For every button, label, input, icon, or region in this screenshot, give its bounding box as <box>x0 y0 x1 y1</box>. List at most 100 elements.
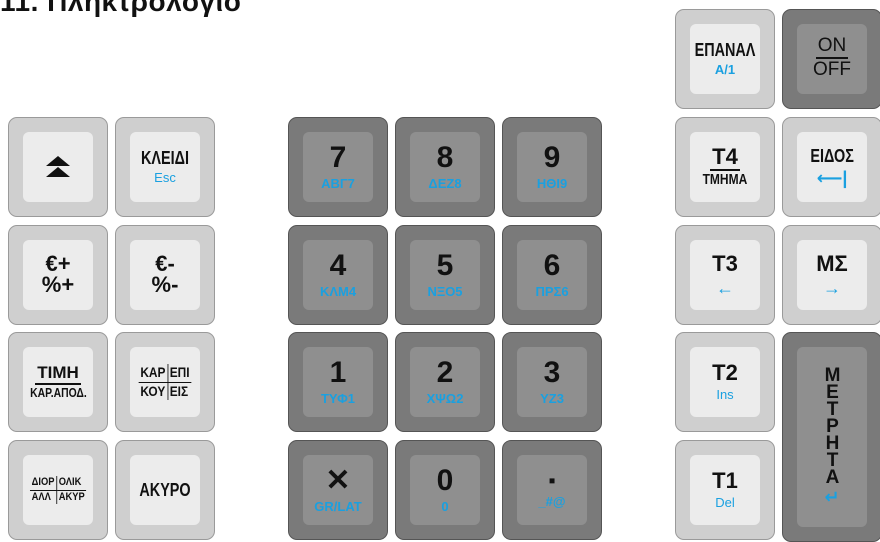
multiply-icon: ✕ <box>325 464 351 497</box>
key-5[interactable]: 5 ΝΞΟ5 <box>395 225 495 325</box>
key-3-label: 3 <box>543 356 561 389</box>
t3-label: Τ3 <box>712 251 738 276</box>
t2-label: Τ2 <box>712 360 738 385</box>
kar-epi-bl: ΚΟΥ <box>139 382 169 400</box>
t4-key[interactable]: Τ4 ΤΜΗΜΑ <box>675 117 775 217</box>
akyro-key-face: ΑΚΥΡΟ <box>130 455 200 525</box>
key-3-face: 3 ΥΖ3 <box>517 347 587 417</box>
scroll-up-key-face <box>23 132 93 202</box>
epanal-label: ΕΠΑΝΑΛ <box>694 40 756 60</box>
eur-plus-key[interactable]: €+ %+ <box>8 225 108 325</box>
timi-key-face: ΤΙΜΗ ΚΑΡ.ΑΠΟΔ. <box>23 347 93 417</box>
key-7[interactable]: 7 ΑΒΓ7 <box>288 117 388 217</box>
key-7-sublabel: ΑΒΓ7 <box>321 176 355 191</box>
t4-key-face: Τ4 ΤΜΗΜΑ <box>690 132 760 202</box>
akyro-key[interactable]: ΑΚΥΡΟ <box>115 440 215 540</box>
key-1[interactable]: 1 ΤΥΦ1 <box>288 332 388 432</box>
metrita-key-face: ΜΕΤΡΗΤΑ ↵ <box>797 347 867 527</box>
dior-olik-tr: ΟΛΙΚ <box>56 476 87 491</box>
key-8-sublabel: ΔΕΖ8 <box>428 176 462 191</box>
key-1-face: 1 ΤΥΦ1 <box>303 347 373 417</box>
key-4[interactable]: 4 ΚΛΜ4 <box>288 225 388 325</box>
kleidi-key[interactable]: ΚΛΕΙΔΙ Esc <box>115 117 215 217</box>
key-0[interactable]: 00 <box>395 440 495 540</box>
epanal-key-face: ΕΠΑΝΑΛ Α/1 <box>690 24 760 94</box>
enter-icon: ↵ <box>824 487 840 507</box>
key-3-sublabel: ΥΖ3 <box>540 391 564 406</box>
t1-key[interactable]: Τ1 Del <box>675 440 775 540</box>
key-6-label: 6 <box>543 249 561 282</box>
double-up-arrow-icon <box>46 156 70 177</box>
key-2[interactable]: 2 ΧΨΩ2 <box>395 332 495 432</box>
key-1-label: 1 <box>329 356 347 389</box>
t4-label: Τ4 <box>710 144 740 172</box>
t3-key-face: Τ3 ← <box>690 240 760 310</box>
key-9-label: 9 <box>543 141 561 174</box>
multiply-key[interactable]: ✕ GR/LAT <box>288 440 388 540</box>
multiply-sublabel: GR/LAT <box>314 499 362 514</box>
key-2-label: 2 <box>436 356 454 389</box>
key-2-face: 2 ΧΨΩ2 <box>410 347 480 417</box>
key-7-label: 7 <box>329 141 347 174</box>
eidos-key[interactable]: ΕΙΔΟΣ ⟵| <box>782 117 880 217</box>
ms-key[interactable]: ΜΣ → <box>782 225 880 325</box>
kar-epi-br: ΕΙΣ <box>169 382 189 399</box>
metrita-key[interactable]: ΜΕΤΡΗΤΑ ↵ <box>782 332 880 542</box>
kar-epi-tl: ΚΑΡ <box>138 364 169 383</box>
on-label: ON <box>815 35 849 60</box>
dior-olik-key[interactable]: ΔΙΟΡ ΟΛΙΚ ΑΛΛ ΑΚΥΡ <box>8 440 108 540</box>
page-title: 11. Πληκτρολόγιο <box>0 0 242 17</box>
dior-olik-bl: ΑΛΛ <box>30 490 57 505</box>
t4-fraction: Τ4 ΤΜΗΜΑ <box>697 144 753 189</box>
dot-sublabel: _#@ <box>538 494 566 509</box>
eidos-key-face: ΕΙΔΟΣ ⟵| <box>797 132 867 202</box>
on-off-fraction: ON OFF <box>813 35 851 82</box>
eur-minus-key[interactable]: €- %- <box>115 225 215 325</box>
key-6[interactable]: 6 ΠΡΣ6 <box>502 225 602 325</box>
t3-key[interactable]: Τ3 ← <box>675 225 775 325</box>
eur-minus-key-face: €- %- <box>130 240 200 310</box>
ms-key-face: ΜΣ → <box>797 240 867 310</box>
dior-olik-tl: ΔΙΟΡ <box>29 475 57 491</box>
key-1-sublabel: ΤΥΦ1 <box>320 391 356 406</box>
metrita-label: ΜΕΤΡΗΤΑ <box>822 365 843 484</box>
key-0-face: 00 <box>410 455 480 525</box>
dior-olik-br: ΑΚΥΡ <box>58 490 85 503</box>
key-9-sublabel: ΗΘΙ9 <box>536 176 568 191</box>
key-5-label: 5 <box>436 249 454 282</box>
kar-epi-tr: ΕΠΙ <box>168 364 192 383</box>
key-6-sublabel: ΠΡΣ6 <box>535 284 569 299</box>
ms-label: ΜΣ <box>816 251 848 276</box>
scroll-up-key[interactable] <box>8 117 108 217</box>
dot-key[interactable]: ▪ _#@ <box>502 440 602 540</box>
t4-bottom: ΤΜΗΜΑ <box>702 171 748 189</box>
key-0-sublabel: 0 <box>441 499 449 514</box>
key-7-face: 7 ΑΒΓ7 <box>303 132 373 202</box>
eur-plus-line2: %+ <box>41 272 75 297</box>
kar-epi-key-face: ΚΑΡ ΕΠΙ ΚΟΥ ΕΙΣ <box>130 347 200 417</box>
eidos-label: ΕΙΔΟΣ <box>810 146 854 166</box>
kleidi-key-face: ΚΛΕΙΔΙ Esc <box>130 132 200 202</box>
epanal-key[interactable]: ΕΠΑΝΑΛ Α/1 <box>675 9 775 109</box>
t2-key[interactable]: Τ2 Ins <box>675 332 775 432</box>
dior-olik-key-face: ΔΙΟΡ ΟΛΙΚ ΑΛΛ ΑΚΥΡ <box>23 455 93 525</box>
akyro-label: ΑΚΥΡΟ <box>139 480 191 500</box>
key-8[interactable]: 8 ΔΕΖ8 <box>395 117 495 217</box>
kar-epi-key[interactable]: ΚΑΡ ΕΠΙ ΚΟΥ ΕΙΣ <box>115 332 215 432</box>
key-3[interactable]: 3 ΥΖ3 <box>502 332 602 432</box>
kleidi-label: ΚΛΕΙΔΙ <box>141 148 189 168</box>
key-4-face: 4 ΚΛΜ4 <box>303 240 373 310</box>
key-9[interactable]: 9 ΗΘΙ9 <box>502 117 602 217</box>
timi-key[interactable]: ΤΙΜΗ ΚΑΡ.ΑΠΟΔ. <box>8 332 108 432</box>
on-off-key[interactable]: ON OFF <box>782 9 880 109</box>
t2-key-face: Τ2 Ins <box>690 347 760 417</box>
key-8-label: 8 <box>436 141 454 174</box>
on-off-key-face: ON OFF <box>797 24 867 94</box>
key-2-sublabel: ΧΨΩ2 <box>426 391 464 406</box>
timi-bottom: ΚΑΡ.ΑΠΟΔ. <box>29 384 87 400</box>
key-4-label: 4 <box>329 249 347 282</box>
kleidi-sublabel: Esc <box>154 170 176 185</box>
dior-olik-grid: ΔΙΟΡ ΟΛΙΚ ΑΛΛ ΑΚΥΡ <box>29 475 87 505</box>
key-5-face: 5 ΝΞΟ5 <box>410 240 480 310</box>
timi-fraction: ΤΙΜΗ ΚΑΡ.ΑΠΟΔ. <box>23 363 94 400</box>
